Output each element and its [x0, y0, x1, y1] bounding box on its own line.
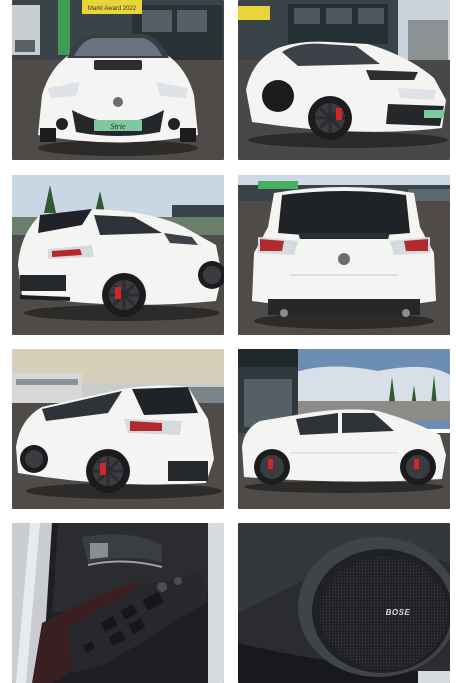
dealer-flag [58, 0, 70, 55]
brake-caliper [336, 108, 342, 120]
gallery-thumbnail-door-panel-window-switches[interactable] [12, 523, 224, 683]
gallery-thumbnail-bose-speaker-detail[interactable]: BOSE [238, 523, 450, 683]
gallery-thumbnail-side-profile-view[interactable] [238, 349, 450, 509]
gallery-thumbnail-front-view[interactable]: Markt Award 2022 Strie [12, 0, 224, 160]
car-front-three-quarter-photo [238, 0, 450, 160]
door-panel-photo [12, 523, 224, 683]
car-front-photo: Markt Award 2022 Strie [12, 0, 224, 160]
award-sign-text: Markt Award 2022 [88, 6, 137, 12]
car-rear-three-quarter-photo-2 [12, 349, 224, 509]
speaker-photo: BOSE [238, 523, 450, 683]
image-gallery: Markt Award 2022 Strie BOSE [0, 0, 456, 683]
gallery-thumbnail-rear-three-quarter-left-view-2[interactable] [12, 349, 224, 509]
car-rear-photo [238, 175, 450, 335]
gallery-thumbnail-rear-view[interactable] [238, 175, 450, 335]
gallery-thumbnail-rear-three-quarter-left-view[interactable] [12, 175, 224, 335]
gallery-thumbnail-front-three-quarter-view[interactable] [238, 0, 450, 160]
bose-logo-text: BOSE [386, 608, 411, 617]
license-plate-text: Strie [110, 122, 126, 131]
speaker-grille [320, 557, 448, 669]
car-side-profile-photo [238, 349, 450, 509]
car-rear-three-quarter-photo [12, 175, 224, 335]
